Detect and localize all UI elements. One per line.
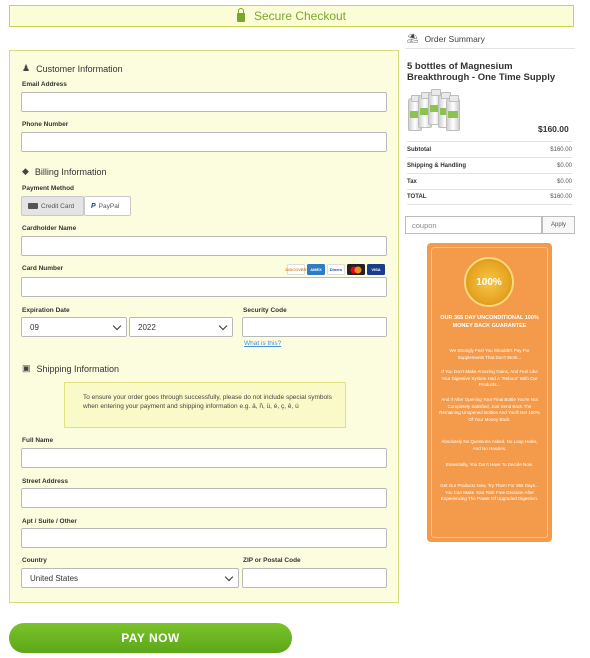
coupon-input[interactable]: coupon [405, 216, 542, 234]
secure-checkout-text: Secure Checkout [253, 9, 347, 23]
satisfaction-badge-icon: 100% [464, 257, 514, 307]
apt-field[interactable] [21, 528, 387, 548]
chevron-down-icon [112, 321, 122, 330]
chevron-down-icon [224, 572, 234, 581]
cardholder-label: Cardholder Name [22, 225, 77, 232]
visa-icon: VISA [367, 264, 385, 275]
shipping-info-title: ▣ Shipping Information [22, 363, 120, 374]
security-code-field[interactable] [242, 317, 387, 337]
card-number-label: Card Number [22, 265, 64, 272]
cart-icon: ⛱ [407, 33, 419, 43]
user-icon: ♟ [22, 63, 31, 73]
product-title: 5 bottles of Magnesium Breakthrough - On… [407, 61, 556, 83]
full-name-label: Full Name [22, 437, 54, 444]
paypal-button[interactable]: P PayPal [84, 196, 131, 216]
amex-icon: AMEX [307, 264, 325, 275]
street-label: Street Address [22, 478, 68, 485]
card-number-field[interactable] [21, 277, 387, 297]
secure-checkout-banner: Secure Checkout [9, 5, 574, 27]
exp-year-select[interactable]: 2022 [129, 317, 233, 337]
discover-icon: DISCOVER [286, 264, 306, 275]
paypal-icon: P [91, 202, 96, 210]
street-field[interactable] [21, 488, 387, 508]
credit-card-button[interactable]: Credit Card [21, 196, 84, 216]
email-field[interactable] [21, 92, 387, 112]
phone-field[interactable] [21, 132, 387, 152]
apply-coupon-button[interactable]: Apply [542, 216, 575, 234]
guarantee-paragraph: Absolutely No Questions Asked, No Loop H… [441, 439, 538, 451]
tax-row: Tax $0.00 [407, 173, 572, 189]
guarantee-title: OUR 365 DAY UNCONDITIONAL 100% MONEY BAC… [440, 315, 539, 329]
zip-label: ZIP or Postal Code [243, 557, 301, 564]
checkout-form: ♟ Customer Information Email Address Pho… [9, 50, 399, 603]
mastercard-icon [347, 264, 365, 275]
zip-field[interactable] [242, 568, 387, 588]
expiration-label: Expiration Date [22, 307, 70, 314]
credit-card-icon [28, 203, 38, 209]
divider [405, 48, 575, 49]
order-summary-title: ⛱ Order Summary [407, 33, 485, 44]
cardholder-field[interactable] [21, 236, 387, 256]
guarantee-paragraph: And If After Opening Your Final Bottle Y… [439, 397, 540, 422]
country-label: Country [22, 557, 47, 564]
lock-icon [236, 7, 245, 22]
apt-label: Apt / Suite / Other [22, 518, 77, 525]
guarantee-paragraph: If You Don't Make Amazing Gains, And Fee… [441, 369, 538, 387]
card-brands: DISCOVER AMEX Diners VISA [286, 264, 385, 275]
exp-month-select[interactable]: 09 [21, 317, 127, 337]
country-select[interactable]: United States [21, 568, 239, 588]
shipping-row: Shipping & Handling $0.00 [407, 157, 572, 173]
truck-icon: ▣ [22, 363, 31, 373]
guarantee-paragraph: We Strongly Feel You Shouldn't Pay For S… [449, 348, 530, 360]
money-back-guarantee: 100% OUR 365 DAY UNCONDITIONAL 100% MONE… [427, 243, 552, 542]
special-symbols-notice: To ensure your order goes through succes… [64, 382, 346, 428]
subtotal-row: Subtotal $160.00 [407, 141, 572, 157]
payment-method-label: Payment Method [22, 185, 75, 192]
product-price: $160.00 [538, 124, 569, 134]
chevron-down-icon [218, 321, 228, 330]
total-row: TOTAL $160.00 [407, 189, 572, 205]
billing-info-title: ◆ Billing Information [22, 166, 107, 177]
pay-now-button[interactable]: PAY NOW [9, 623, 292, 653]
bottle-image [446, 95, 460, 131]
customer-info-title: ♟ Customer Information [22, 63, 123, 74]
full-name-field[interactable] [21, 448, 387, 468]
guarantee-paragraph: Essentially, You Don't Have To Decide No… [446, 462, 533, 467]
product-image [408, 89, 460, 132]
diners-icon: Diners [327, 264, 345, 275]
guarantee-paragraph: Get Our Products Now, Try Them For 365 D… [440, 483, 539, 501]
what-is-this-link[interactable]: What is this? [244, 340, 281, 347]
tag-icon: ◆ [22, 166, 29, 176]
email-label: Email Address [22, 81, 67, 88]
phone-label: Phone Number [22, 121, 69, 128]
security-code-label: Security Code [243, 307, 287, 314]
